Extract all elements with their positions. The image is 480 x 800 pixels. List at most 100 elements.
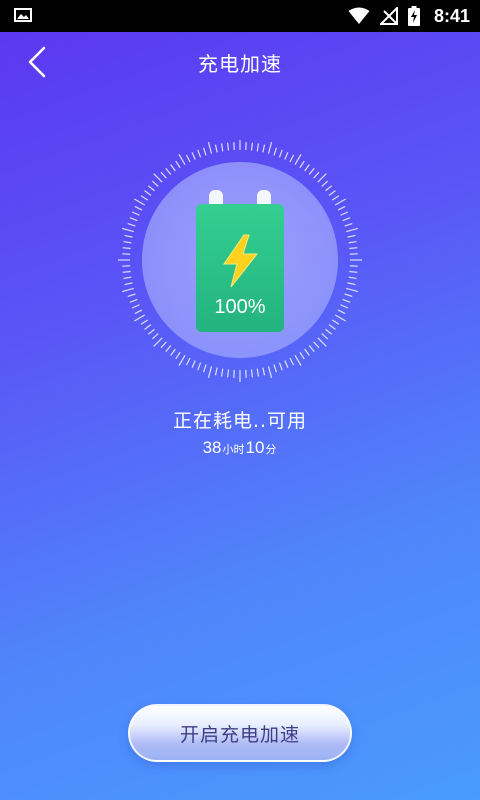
gauge-tick [220, 143, 224, 152]
gauge-tick [267, 142, 273, 154]
gauge-tick [202, 147, 207, 156]
gauge-tick [284, 151, 289, 160]
gauge-tick [185, 154, 191, 163]
gauge-tick [317, 173, 327, 183]
gauge-tick [328, 324, 336, 330]
gauge-tick [278, 362, 283, 371]
gauge-tick [165, 345, 172, 353]
gauge-tick [347, 282, 356, 286]
gauge-tick [346, 287, 358, 293]
gauge-tick [294, 154, 302, 166]
gauge-tick [256, 143, 260, 152]
gauge-tick [313, 171, 320, 179]
gauge-tick [331, 319, 340, 325]
gauge-tick [262, 144, 266, 153]
wifi-icon [348, 7, 370, 24]
gauge-tick [262, 367, 266, 376]
gauge-tick [175, 351, 181, 360]
gauge-tick [134, 314, 146, 322]
gauge-tick [227, 142, 230, 151]
battery-status-text: 正在耗电..可用 [172, 410, 308, 432]
gauge-tick [122, 270, 131, 273]
gauge-tick [337, 205, 346, 211]
gauge-tick [153, 173, 163, 183]
gauge-tick [127, 222, 136, 227]
gauge-tick [340, 304, 349, 309]
gauge-tick [346, 227, 358, 233]
gauge-tick [289, 154, 295, 163]
gauge-tick [151, 333, 159, 340]
gauge-tick [175, 160, 181, 169]
gauge-tick [151, 180, 159, 187]
gauge-tick [267, 366, 273, 378]
gauge-tick [191, 360, 196, 369]
gauge-tick [207, 142, 213, 154]
minutes-value: 10 [245, 438, 265, 457]
gauge-tick [160, 341, 167, 349]
gauge-tick [185, 357, 191, 366]
gauge-tick [122, 247, 131, 250]
gauge-tick [197, 362, 202, 371]
gauge-tick [178, 354, 186, 366]
gauge-tick [140, 195, 149, 201]
gauge-tick [348, 240, 357, 244]
gauge-tick [344, 222, 353, 227]
gauge-tick [207, 366, 213, 378]
gauge-tick [344, 293, 353, 298]
start-charge-boost-button[interactable]: 开启充电加速 [128, 704, 352, 762]
gauge-tick [147, 328, 155, 335]
gauge-tick [337, 309, 346, 315]
gauge-tick [317, 337, 327, 347]
gauge-tick [170, 348, 176, 356]
gauge-tick [321, 180, 329, 187]
start-charge-boost-label: 开启充电加速 [179, 723, 300, 746]
gauge-tick [349, 247, 358, 250]
battery-charging-icon [407, 6, 420, 26]
gauge-tick [160, 171, 167, 179]
gauge-tick [304, 164, 310, 172]
gauge-tick [347, 234, 356, 238]
gauge-tick [342, 298, 351, 303]
battery-percent: 100% [214, 296, 266, 318]
gauge-tick [273, 147, 278, 156]
gauge-tick [202, 364, 207, 373]
gauge-tick [147, 185, 155, 192]
remaining-time: 38小时10分 [0, 438, 480, 458]
gauge-tick [122, 227, 134, 233]
gauge-tick [124, 234, 133, 238]
gauge-tick [278, 149, 283, 158]
gauge-tick [220, 368, 224, 377]
gauge-tick [348, 276, 357, 280]
gauge-tick [129, 217, 138, 222]
gauge-tick [170, 164, 176, 172]
gauge-tick [340, 211, 349, 216]
header: 充电加速 [0, 32, 480, 92]
status-time: 8:41 [433, 5, 470, 26]
gauge-tick [342, 217, 351, 222]
gauge-tick [313, 341, 320, 349]
gauge-tick [334, 198, 346, 206]
page-title: 充电加速 [198, 52, 282, 76]
gauge-tick [214, 367, 218, 376]
gauge-tick [197, 149, 202, 158]
lightning-bolt-icon [223, 234, 259, 288]
gauge-tick [227, 369, 230, 378]
gauge-tick [273, 364, 278, 373]
gauge-tick [134, 309, 143, 315]
gauge-tick [349, 270, 358, 273]
gauge-tick [294, 354, 302, 366]
status-bar: 8:41 [0, 0, 480, 32]
gauge-tick [289, 357, 295, 366]
gauge-tick [250, 369, 253, 378]
gauge-tick [308, 345, 315, 353]
gauge-tick [308, 167, 315, 175]
gauge-tick [334, 314, 346, 322]
gauge-tick [299, 351, 305, 360]
gauge-tick [123, 276, 132, 280]
gauge-tick [299, 160, 305, 169]
hours-unit: 小时 [222, 444, 245, 456]
gauge-tick [256, 368, 260, 377]
gauge-tick [123, 240, 132, 244]
gauge-tick [134, 198, 146, 206]
gauge-tick [325, 185, 333, 192]
